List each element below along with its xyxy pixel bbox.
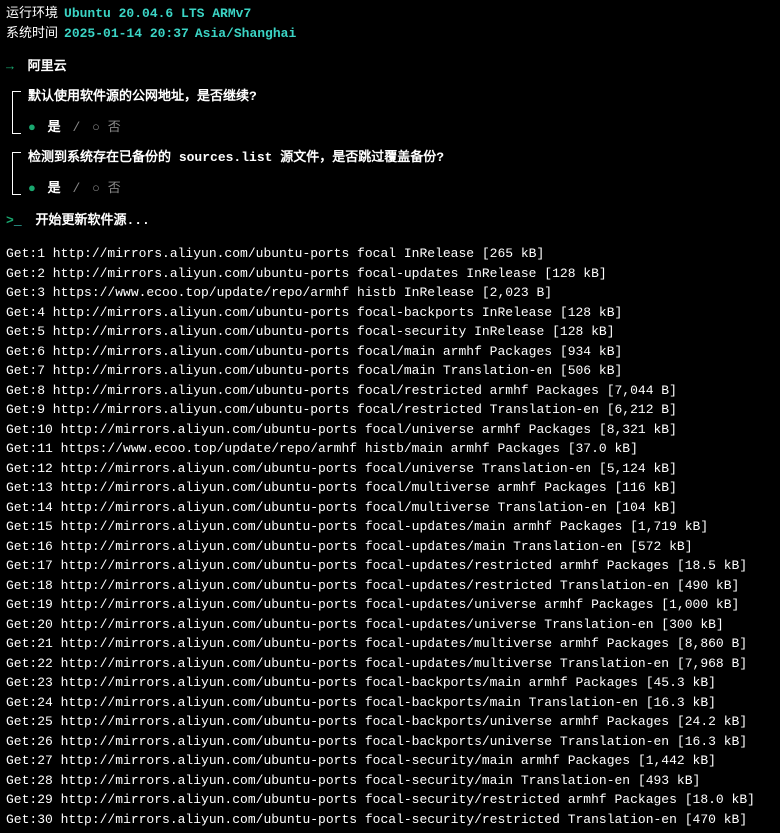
- apt-output-line: Get:1 http://mirrors.aliyun.com/ubuntu-p…: [6, 244, 774, 264]
- apt-output-line: Get:25 http://mirrors.aliyun.com/ubuntu-…: [6, 712, 774, 732]
- apt-output-line: Get:24 http://mirrors.aliyun.com/ubuntu-…: [6, 693, 774, 713]
- apt-output-line: Get:5 http://mirrors.aliyun.com/ubuntu-p…: [6, 322, 774, 342]
- provider-line: → 阿里云: [6, 57, 774, 77]
- apt-output-line: Get:2 http://mirrors.aliyun.com/ubuntu-p…: [6, 264, 774, 284]
- start-update-line: >_ 开始更新软件源...: [6, 211, 774, 231]
- tree-bracket-icon: [12, 152, 13, 195]
- tree-bracket-icon: [12, 91, 13, 134]
- apt-output-line: Get:14 http://mirrors.aliyun.com/ubuntu-…: [6, 498, 774, 518]
- apt-output-line: Get:3 https://www.ecoo.top/update/repo/a…: [6, 283, 774, 303]
- answer-separator: /: [72, 120, 80, 135]
- answer-line-1[interactable]: ● 是 / ○ 否: [16, 118, 774, 138]
- apt-output-line: Get:23 http://mirrors.aliyun.com/ubuntu-…: [6, 673, 774, 693]
- apt-output-line: Get:27 http://mirrors.aliyun.com/ubuntu-…: [6, 751, 774, 771]
- env-info: 运行环境 Ubuntu 20.04.6 LTS ARMv7: [6, 4, 774, 24]
- answer-no-2[interactable]: 否: [108, 181, 121, 196]
- apt-output-line: Get:18 http://mirrors.aliyun.com/ubuntu-…: [6, 576, 774, 596]
- arrow-right-icon: →: [6, 59, 14, 74]
- apt-output-line: Get:11 https://www.ecoo.top/update/repo/…: [6, 439, 774, 459]
- apt-output-line: Get:17 http://mirrors.aliyun.com/ubuntu-…: [6, 556, 774, 576]
- apt-output-line: Get:29 http://mirrors.aliyun.com/ubuntu-…: [6, 790, 774, 810]
- apt-output-line: Get:10 http://mirrors.aliyun.com/ubuntu-…: [6, 420, 774, 440]
- apt-output-line: Get:20 http://mirrors.aliyun.com/ubuntu-…: [6, 615, 774, 635]
- apt-output-line: Get:26 http://mirrors.aliyun.com/ubuntu-…: [6, 732, 774, 752]
- apt-output-line: Get:30 http://mirrors.aliyun.com/ubuntu-…: [6, 810, 774, 830]
- question-block-1: 默认使用软件源的公网地址，是否继续? ● 是 / ○ 否: [16, 87, 774, 138]
- apt-output-line: Get:21 http://mirrors.aliyun.com/ubuntu-…: [6, 634, 774, 654]
- provider-name: 阿里云: [28, 59, 67, 74]
- apt-output-line: Get:13 http://mirrors.aliyun.com/ubuntu-…: [6, 478, 774, 498]
- answer-line-2[interactable]: ● 是 / ○ 否: [16, 179, 774, 199]
- apt-output-line: Get:19 http://mirrors.aliyun.com/ubuntu-…: [6, 595, 774, 615]
- bullet-unselected-icon: ○: [92, 120, 100, 135]
- apt-output-line: Get:9 http://mirrors.aliyun.com/ubuntu-p…: [6, 400, 774, 420]
- time-info: 系统时间 2025-01-14 20:37 Asia/Shanghai: [6, 24, 774, 44]
- apt-output-line: Get:12 http://mirrors.aliyun.com/ubuntu-…: [6, 459, 774, 479]
- answer-yes-2[interactable]: 是: [48, 181, 61, 196]
- start-text: 开始更新软件源...: [35, 213, 149, 228]
- answer-yes-1[interactable]: 是: [48, 120, 61, 135]
- apt-output-line: Get:28 http://mirrors.aliyun.com/ubuntu-…: [6, 771, 774, 791]
- bullet-selected-icon: ●: [28, 120, 36, 135]
- bullet-selected-icon: ●: [28, 181, 36, 196]
- time-value: 2025-01-14 20:37: [64, 24, 189, 44]
- prompt-caret-icon: >: [6, 213, 14, 228]
- question-text-1: 默认使用软件源的公网地址，是否继续?: [16, 87, 774, 107]
- apt-output-line: Get:22 http://mirrors.aliyun.com/ubuntu-…: [6, 654, 774, 674]
- question-block-2: 检测到系统存在已备份的 sources.list 源文件，是否跳过覆盖备份? ●…: [16, 148, 774, 199]
- apt-output-line: Get:15 http://mirrors.aliyun.com/ubuntu-…: [6, 517, 774, 537]
- time-tz: Asia/Shanghai: [195, 24, 296, 44]
- apt-output-line: Get:4 http://mirrors.aliyun.com/ubuntu-p…: [6, 303, 774, 323]
- question-text-2: 检测到系统存在已备份的 sources.list 源文件，是否跳过覆盖备份?: [16, 148, 774, 168]
- apt-output-line: Get:16 http://mirrors.aliyun.com/ubuntu-…: [6, 537, 774, 557]
- env-value: Ubuntu 20.04.6 LTS ARMv7: [64, 4, 251, 24]
- answer-separator: /: [72, 181, 80, 196]
- time-label: 系统时间: [6, 24, 58, 44]
- apt-output-line: Get:6 http://mirrors.aliyun.com/ubuntu-p…: [6, 342, 774, 362]
- apt-output-line: Get:7 http://mirrors.aliyun.com/ubuntu-p…: [6, 361, 774, 381]
- bullet-unselected-icon: ○: [92, 181, 100, 196]
- env-label: 运行环境: [6, 4, 58, 24]
- apt-output-line: Get:8 http://mirrors.aliyun.com/ubuntu-p…: [6, 381, 774, 401]
- apt-get-output: Get:1 http://mirrors.aliyun.com/ubuntu-p…: [6, 244, 774, 829]
- prompt-underscore-icon: _: [14, 213, 22, 228]
- answer-no-1[interactable]: 否: [108, 120, 121, 135]
